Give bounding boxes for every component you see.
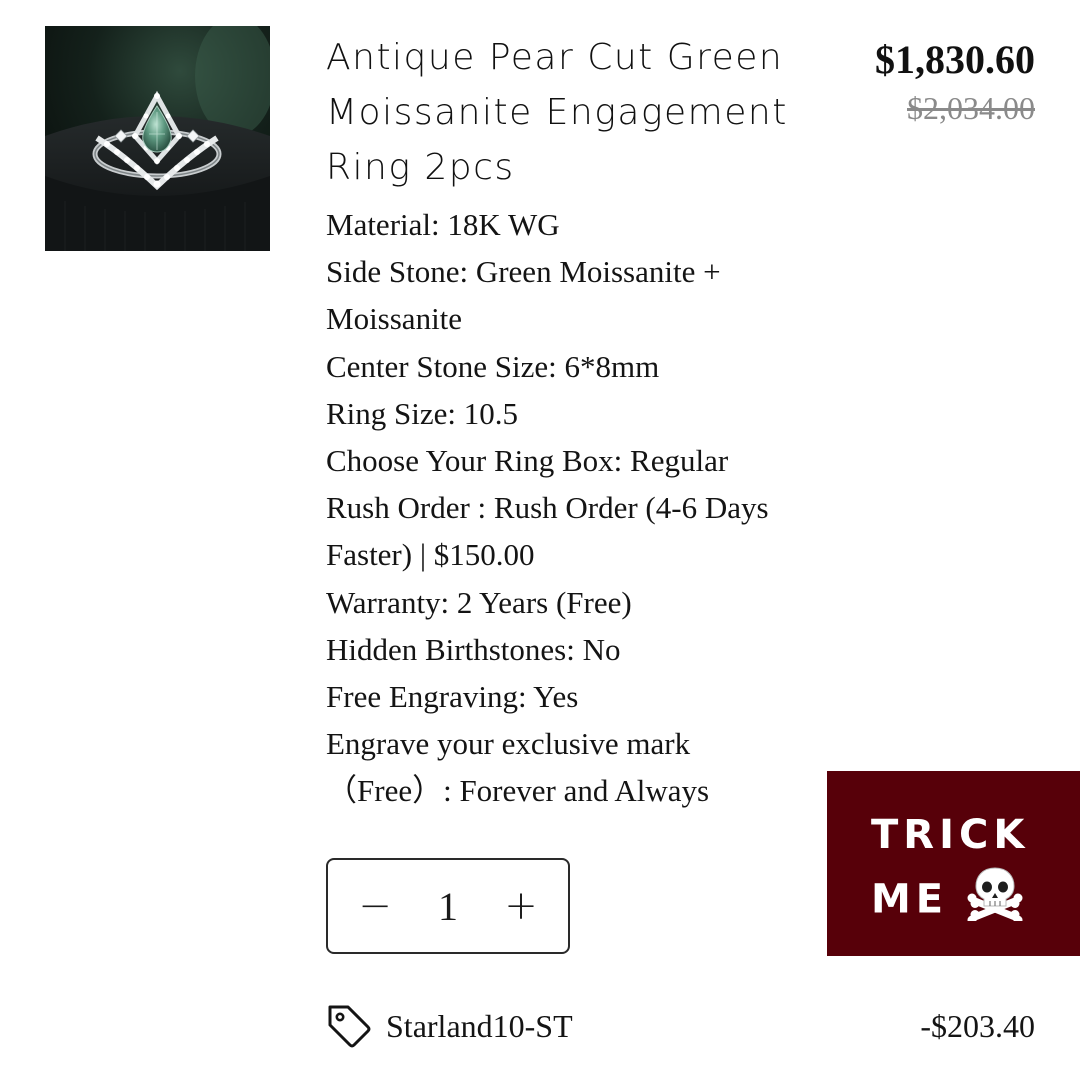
option-free-engraving: Free Engraving: Yes <box>326 679 579 715</box>
quantity-stepper: − 1 + <box>326 858 570 954</box>
ring-illustration <box>45 26 270 251</box>
discount-code-group: Starland10-ST <box>326 1003 573 1049</box>
current-price: $1,830.60 <box>875 37 1035 82</box>
option-material: Material: 18K WG <box>326 207 560 242</box>
option-ring-box: Choose Your Ring Box: Regular <box>326 443 729 479</box>
quantity-input[interactable]: 1 <box>418 883 478 930</box>
discount-row: Starland10-ST -$203.40 <box>326 1000 1035 1052</box>
option-side-stone: Side Stone: Green Moissanite + Moissanit… <box>326 254 721 337</box>
trick-me-promo-button[interactable]: TRICK ME <box>827 771 1080 956</box>
promo-line-1: TRICK <box>871 812 1030 858</box>
cart-line-item: Antique Pear Cut Green Moissanite Engage… <box>0 0 1080 1080</box>
promo-line-2: ME <box>871 876 949 923</box>
option-center-stone-size: Center Stone Size: 6*8mm <box>326 348 660 384</box>
option-engraving-text: Engrave your exclusive mark （Free）: Fore… <box>326 726 710 809</box>
option-rush-order: Rush Order : Rush Order (4-6 Days Faster… <box>326 490 769 573</box>
increment-button[interactable]: + <box>496 876 546 936</box>
decrement-button[interactable]: − <box>350 876 400 936</box>
skull-crossbones-icon <box>966 865 1024 938</box>
price-block: $1,830.60 $2,034.00 <box>875 34 1035 128</box>
tag-icon <box>328 1005 371 1048</box>
promo-line-2-wrap: ME <box>871 865 1080 938</box>
option-warranty: Warranty: 2 Years (Free) <box>326 584 632 620</box>
discount-code: Starland10-ST <box>386 1007 573 1044</box>
product-title[interactable]: Antique Pear Cut Green Moissanite Engage… <box>326 30 826 195</box>
product-options-list: Material: 18K WG Side Stone: Green Moiss… <box>326 201 816 815</box>
option-ring-size: Ring Size: 10.5 <box>326 395 519 431</box>
discount-amount: -$203.40 <box>920 1007 1035 1044</box>
original-price: $2,034.00 <box>907 90 1035 126</box>
option-hidden-birthstones: Hidden Birthstones: No <box>326 631 621 667</box>
ring-product-image[interactable] <box>45 26 270 251</box>
